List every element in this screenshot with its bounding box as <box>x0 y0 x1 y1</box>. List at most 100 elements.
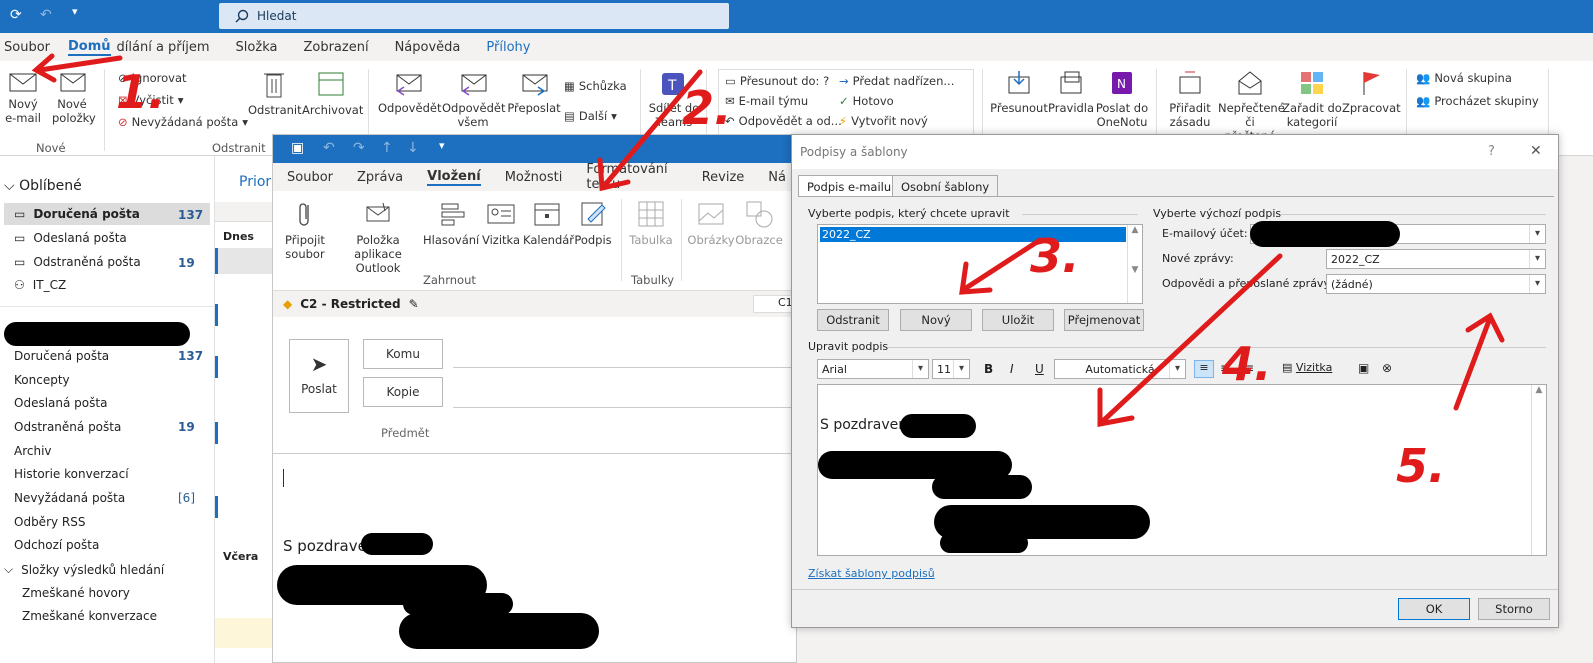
tab-na[interactable]: Ná <box>768 170 786 185</box>
process-button[interactable]: Zpracovat <box>1342 69 1401 115</box>
new-signature-button[interactable]: Nový <box>900 309 972 331</box>
delete-button[interactable]: Odstranit <box>248 69 302 117</box>
customize-icon[interactable]: ▾ <box>72 5 78 18</box>
reply-all-button[interactable]: Odpovědět všem <box>442 71 505 129</box>
menu-slozka[interactable]: Složka <box>236 40 278 55</box>
assign-policy-button[interactable]: Přiřadit zásadu <box>1162 69 1218 129</box>
tab-zprava[interactable]: Zpráva <box>357 170 403 185</box>
cc-button[interactable]: Kopie <box>363 377 443 407</box>
hyperlink-icon[interactable]: ⊗ <box>1382 361 1392 375</box>
tab-revize[interactable]: Revize <box>702 170 745 185</box>
new-group-button[interactable]: 👥 Nová skupina <box>1416 71 1512 85</box>
send-button[interactable]: ➤ Poslat <box>289 339 349 413</box>
folder-missed-calls[interactable]: Zmeškané hovory <box>22 586 130 600</box>
help-icon[interactable]: ? <box>1488 144 1495 159</box>
menu-napoveda[interactable]: Nápověda <box>395 40 461 55</box>
reply-button[interactable]: Odpovědět <box>378 71 441 115</box>
categorize-button[interactable]: Zařadit do kategorií <box>1282 69 1342 129</box>
tab-formatovani[interactable]: Formátování textu <box>586 162 677 192</box>
redo-icon[interactable]: ↷ <box>353 140 365 156</box>
get-templates-link[interactable]: Získat šablony podpisů <box>808 567 935 580</box>
ignore-button[interactable]: ⊘ Ignorovat <box>118 71 187 85</box>
move-button[interactable]: Přesunout <box>990 69 1048 115</box>
rename-signature-button[interactable]: Přejmenovat <box>1064 309 1144 331</box>
underline-button[interactable]: U <box>1035 362 1044 376</box>
folder-missed-conversations[interactable]: Zmeškané konverzace <box>22 609 157 623</box>
table-button[interactable]: Tabulka <box>627 199 675 247</box>
subject-field-line[interactable] <box>273 453 796 454</box>
delete-signature-button[interactable]: Odstranit <box>817 309 889 331</box>
tab-vlozeni[interactable]: Vložení <box>427 169 481 186</box>
fav-deleted[interactable]: ▭ Odstraněná pošta <box>14 255 141 269</box>
classification-field[interactable]: C1 <box>753 295 793 313</box>
browse-groups-button[interactable]: 👥 Procházet skupiny <box>1416 94 1539 108</box>
folder-search-results[interactable]: ⌵ Složky výsledků hledání <box>4 562 164 577</box>
list-scrollbar[interactable]: ▲ ▼ <box>1127 225 1142 303</box>
more-button[interactable]: ▤ Další ▾ <box>564 109 617 123</box>
cancel-button[interactable]: Storno <box>1478 598 1550 620</box>
to-button[interactable]: Komu <box>363 339 443 369</box>
signature-button[interactable]: Podpis <box>573 199 613 247</box>
meeting-button[interactable]: ▦ Schůzka <box>564 79 627 93</box>
archive-button[interactable]: Archivovat <box>302 69 363 117</box>
signature-list[interactable]: 2022_CZ ▲ ▼ <box>817 224 1143 304</box>
folder-rss[interactable]: Odběry RSS <box>14 515 85 529</box>
move-to-step[interactable]: ▭ Přesunout do: ? <box>725 74 829 88</box>
menu-domu[interactable]: Domů <box>68 39 111 56</box>
list-item[interactable] <box>215 618 275 648</box>
insert-picture-icon[interactable]: ▣ <box>1358 361 1369 375</box>
tab-soubor[interactable]: Soubor <box>287 170 333 185</box>
signature-list-item[interactable]: 2022_CZ <box>820 227 1126 242</box>
forward-button[interactable]: Přeposlat <box>506 71 562 115</box>
team-email-step[interactable]: ✉ E-mail týmu <box>725 94 808 108</box>
edit-icon[interactable]: ✎ <box>409 297 419 311</box>
list-item[interactable] <box>215 248 275 274</box>
shapes-button[interactable]: Obrazce <box>735 199 783 247</box>
rules-button[interactable]: Pravidla <box>1048 69 1094 115</box>
save-signature-button[interactable]: Uložit <box>982 309 1054 331</box>
align-left-icon[interactable]: ≡ <box>1194 360 1214 378</box>
to-manager-step[interactable]: → Předat nadřízen... <box>839 74 954 88</box>
editor-scrollbar[interactable]: ▲ <box>1531 385 1546 555</box>
outlook-item-button[interactable]: Položka aplikace Outlook <box>335 199 421 275</box>
save-icon[interactable]: ▣ <box>291 140 304 156</box>
folder-archive[interactable]: Archiv <box>14 444 52 458</box>
folder-deleted[interactable]: Odstraněná pošta <box>14 420 121 434</box>
menu-odesilani[interactable]: dílání a příjem <box>117 40 210 55</box>
fav-inbox[interactable]: ▭ Doručená pošta <box>14 207 140 221</box>
tab-priority[interactable]: Prior <box>239 174 271 190</box>
undo-icon[interactable]: ↶ <box>323 140 335 156</box>
new-email-button[interactable]: Nový e-mail <box>2 71 44 125</box>
tab-personal-stationery[interactable]: Osobní šablony <box>892 175 999 197</box>
business-card-insert-button[interactable]: ▤ Vizitka <box>1282 361 1332 374</box>
tab-moznosti[interactable]: Možnosti <box>505 170 563 185</box>
folder-conversation-history[interactable]: Historie konverzací <box>14 467 129 481</box>
replies-select[interactable]: (žádné) ▾ <box>1326 274 1546 294</box>
menu-zobrazeni[interactable]: Zobrazení <box>303 40 368 55</box>
size-select[interactable]: 11 ▾ <box>932 359 970 379</box>
business-card-button[interactable]: Vizitka <box>481 199 521 247</box>
down-icon[interactable]: ↓ <box>407 140 419 156</box>
fav-it-cz[interactable]: ⚇ IT_CZ <box>14 278 66 292</box>
favorites-header[interactable]: ⌵ Oblíbené <box>4 178 82 194</box>
folder-inbox[interactable]: Doručená pošta <box>14 349 109 363</box>
junk-button[interactable]: ⊘ Nevyžádaná pošta ▾ <box>118 115 248 129</box>
voting-button[interactable]: Hlasování <box>423 199 479 247</box>
done-step[interactable]: ✓ Hotovo <box>839 94 894 108</box>
ok-button[interactable]: OK <box>1398 598 1470 620</box>
new-items-button[interactable]: Nové položky <box>52 71 96 125</box>
menu-prilohy[interactable]: Přílohy <box>486 40 530 55</box>
close-icon[interactable]: ✕ <box>1530 143 1542 159</box>
folder-drafts[interactable]: Koncepty <box>14 373 70 387</box>
onenote-button[interactable]: N Poslat do OneNotu <box>1094 69 1150 129</box>
calendar-button[interactable]: Kalendář <box>523 199 574 247</box>
create-new-step[interactable]: ⚡ Vytvořit nový <box>839 114 928 128</box>
unread-button[interactable]: Nepřečtené či přečtené <box>1218 69 1285 143</box>
bold-button[interactable]: B <box>984 362 993 376</box>
font-select[interactable]: Arial ▾ <box>817 359 929 379</box>
sync-icon[interactable]: ⟳ <box>10 7 22 23</box>
italic-button[interactable]: I <box>1010 362 1014 376</box>
align-center-icon[interactable]: ≡ <box>1220 361 1230 375</box>
menu-soubor[interactable]: Soubor <box>4 40 50 55</box>
sensitivity-label[interactable]: C2 - Restricted <box>300 297 400 311</box>
